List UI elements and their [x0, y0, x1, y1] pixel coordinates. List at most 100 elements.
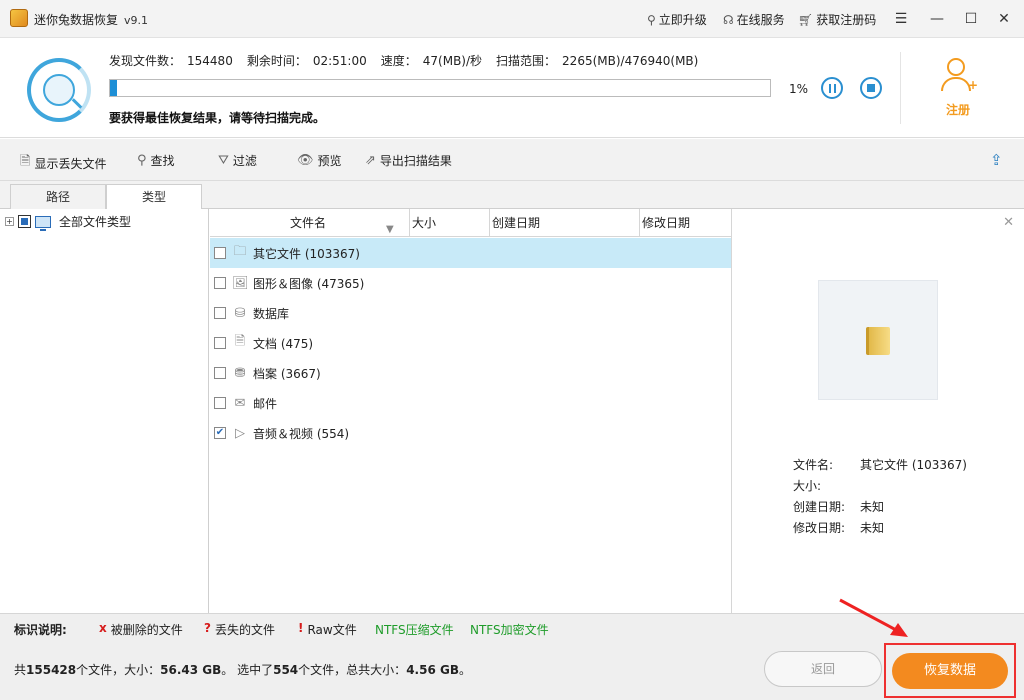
legend-title: 标识说明:	[14, 623, 67, 637]
list-item[interactable]: ✉︎ 邮件	[210, 388, 731, 418]
scanning-magnifier-icon	[27, 58, 91, 122]
tab-type[interactable]: 类型	[106, 184, 202, 210]
row-checkbox[interactable]	[214, 307, 226, 319]
share-icon[interactable]: ⇪	[990, 151, 1003, 169]
monitor-icon	[35, 215, 51, 231]
legend-ntfs-compressed: NTFS压缩文件	[375, 623, 454, 637]
file-list: 文件名 ▼ 大小 创建日期 修改日期 🗀︎ 其它文件 (103367) 🖼︎ 图…	[210, 209, 731, 613]
divider	[900, 52, 901, 124]
lost-marker-icon: ?	[204, 621, 211, 635]
upgrade-label: 立即升级	[658, 13, 707, 27]
search-icon: ⚲	[137, 153, 147, 168]
upgrade-link[interactable]: ⚲ 立即升级	[647, 11, 707, 28]
preview-label: 预览	[317, 154, 342, 168]
database-icon: ⛁	[234, 305, 246, 321]
get-code-label: 获取注册码	[816, 13, 877, 27]
show-lost-files-button[interactable]: 🗎︎ 显示丢失文件	[20, 152, 106, 174]
preview-created-value: 未知	[860, 500, 885, 514]
list-item-label: 文档 (475)	[253, 336, 314, 351]
row-checkbox-checked[interactable]: ✔	[214, 427, 226, 439]
scan-note: 要获得最佳恢复结果，请等待扫描完成。	[109, 111, 326, 125]
column-name-label: 文件名	[290, 216, 327, 230]
app-logo-icon	[10, 9, 28, 27]
document-icon: 🗎︎	[234, 334, 246, 349]
file-type-tree: + 全部文件类型	[1, 209, 209, 613]
folder-icon	[866, 327, 890, 355]
menu-button[interactable]: ☰	[888, 6, 914, 32]
preview-button[interactable]: 👁︎ 预览	[297, 152, 342, 169]
scan-stats: 发现文件数： 154480 剩余时间： 02:51:00 速度： 47(MB)/秒 扫…	[109, 52, 698, 69]
close-button[interactable]: ✕	[991, 6, 1017, 32]
tree-checkbox[interactable]	[18, 215, 31, 228]
column-created[interactable]: 创建日期	[490, 209, 640, 237]
tree-item-all-types[interactable]: + 全部文件类型	[5, 213, 132, 231]
recover-data-button[interactable]: 恢复数据	[892, 653, 1008, 689]
row-checkbox[interactable]	[214, 277, 226, 289]
online-service-link[interactable]: ☊ 在线服务	[723, 11, 785, 28]
tab-path[interactable]: 路径	[10, 184, 106, 210]
list-item-label: 音频＆视频 (554)	[253, 426, 350, 441]
user-add-icon	[947, 58, 965, 76]
list-item-label: 数据库	[253, 306, 290, 321]
export-results-label: 导出扫描结果	[379, 154, 452, 168]
column-modified[interactable]: 修改日期	[640, 209, 731, 237]
filter-button[interactable]: ⛛ 过滤	[218, 152, 257, 169]
list-item[interactable]: ✔ ▷ 音频＆视频 (554)	[210, 418, 731, 448]
row-checkbox[interactable]	[214, 367, 226, 379]
selection-summary: 共155428个文件，大小：56.43 GB。 选中了554个文件，总共大小：4…	[14, 663, 471, 677]
register-label: 注册	[945, 103, 970, 117]
filter-label: 过滤	[232, 154, 257, 168]
scan-progress-bar	[109, 79, 771, 97]
file-icon: 🗎︎	[20, 154, 31, 169]
list-item[interactable]: 🗎︎ 文档 (475)	[210, 328, 731, 358]
row-checkbox[interactable]	[214, 247, 226, 259]
title-bar: 迷你兔数据恢复 v9.1 ⚲ 立即升级 ☊ 在线服务 🛒︎ 获取注册码 ☰ — ☐ ✕	[0, 0, 1024, 38]
pause-button[interactable]	[821, 77, 843, 99]
legend-raw: ! Raw文件	[298, 621, 357, 637]
list-item[interactable]: 🖼︎ 图形＆图像 (47365)	[210, 268, 731, 298]
preview-modified-label: 修改日期:	[793, 521, 846, 535]
row-checkbox[interactable]	[214, 397, 226, 409]
scan-range-stat: 扫描范围： 2265(MB)/476940(MB)	[496, 54, 699, 68]
maximize-button[interactable]: ☐	[958, 6, 984, 32]
deleted-marker-icon: x	[99, 621, 107, 635]
menu-icon: ☰	[894, 11, 908, 27]
expand-icon[interactable]: +	[5, 217, 14, 226]
archive-icon: ⛃	[234, 365, 246, 381]
list-item-label: 邮件	[253, 396, 278, 411]
scan-progress-fill	[110, 80, 117, 96]
column-size[interactable]: 大小	[410, 209, 490, 237]
register-button[interactable]: + 注册	[936, 56, 980, 120]
stop-icon	[867, 84, 875, 92]
minimize-button[interactable]: —	[924, 6, 950, 32]
get-code-link[interactable]: 🛒︎ 获取注册码	[798, 11, 876, 28]
window-title: 迷你兔数据恢复 v9.1	[34, 11, 148, 28]
show-lost-files-label: 显示丢失文件	[34, 156, 107, 171]
list-header: 文件名 ▼ 大小 创建日期 修改日期	[210, 209, 731, 237]
back-button[interactable]: 返回	[764, 651, 882, 687]
tree-item-label: 全部文件类型	[59, 215, 132, 229]
eye-icon: 👁︎	[297, 153, 314, 168]
list-item[interactable]: ⛁ 数据库	[210, 298, 731, 328]
mail-icon: ✉︎	[234, 395, 246, 411]
filter-icon: ⛛	[218, 153, 229, 168]
column-name[interactable]: 文件名 ▼	[210, 209, 410, 237]
list-item-label: 档案 (3667)	[253, 366, 321, 381]
preview-thumbnail	[818, 280, 938, 400]
close-preview-icon[interactable]: ✕	[1003, 215, 1014, 230]
annotation-arrow-icon	[839, 598, 908, 637]
list-item[interactable]: 🗀︎ 其它文件 (103367)	[210, 238, 731, 268]
row-checkbox[interactable]	[214, 337, 226, 349]
stop-button[interactable]	[860, 77, 882, 99]
app-version: v9.1	[124, 14, 149, 27]
list-item[interactable]: ⛃ 档案 (3667)	[210, 358, 731, 388]
export-results-button[interactable]: ⇗ 导出扫描结果	[365, 152, 452, 169]
list-item-label: 图形＆图像 (47365)	[253, 276, 365, 291]
image-icon: 🖼︎	[232, 275, 249, 291]
find-label: 查找	[150, 154, 175, 168]
tab-bar: 路径 类型	[0, 181, 1024, 210]
search-key-icon: ⚲	[647, 12, 656, 27]
status-bar: 共155428个文件，大小：56.43 GB。 选中了554个文件，总共大小：4…	[0, 641, 1024, 700]
find-button[interactable]: ⚲ 查找	[137, 152, 175, 169]
app-name: 迷你兔数据恢复	[34, 13, 119, 27]
